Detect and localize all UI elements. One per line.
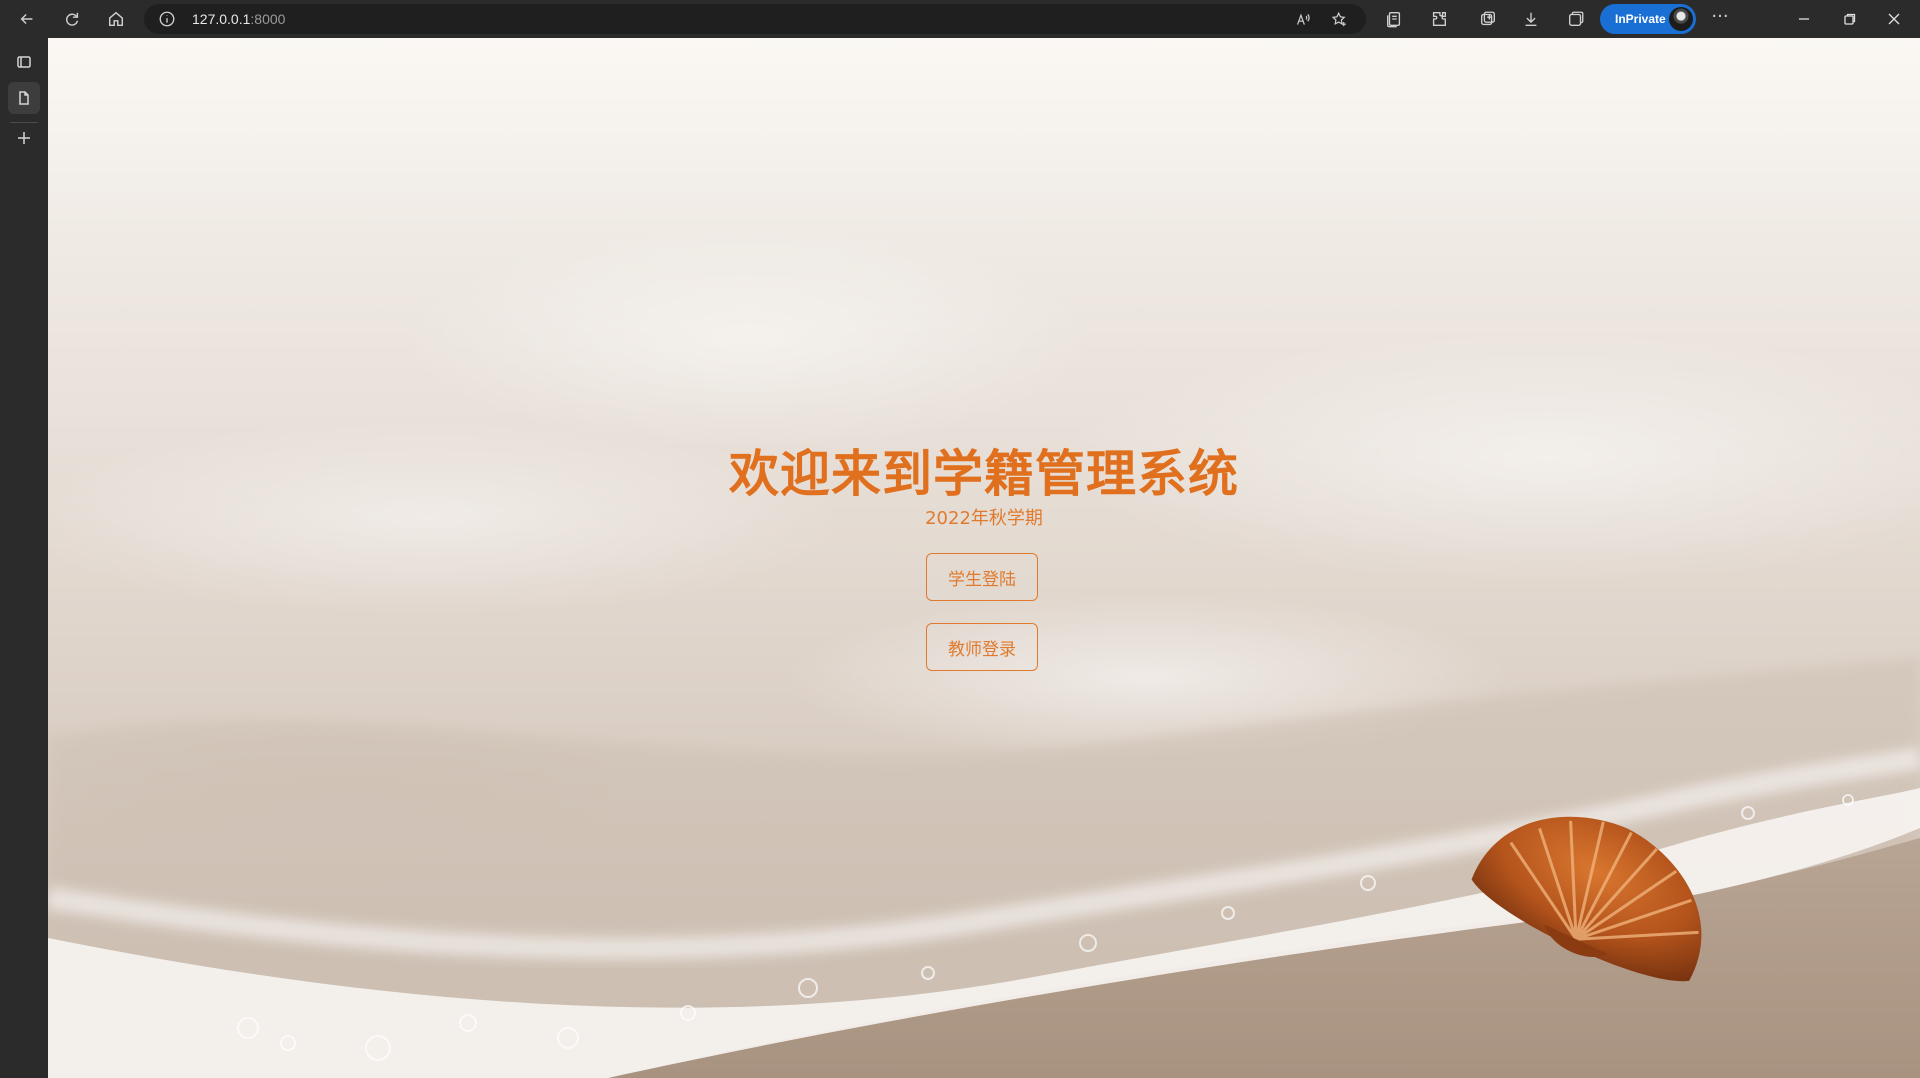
- page-icon: [19, 91, 29, 105]
- tab-actions-icon[interactable]: [1478, 9, 1498, 29]
- url-host: 127.0.0.1: [192, 11, 251, 27]
- download-icon[interactable]: [1521, 9, 1541, 29]
- collections-icon[interactable]: [1384, 9, 1404, 29]
- page-title: 欢迎来到学籍管理系统: [729, 445, 1239, 503]
- address-bar[interactable]: 127.0.0.1:8000: [144, 4, 1366, 34]
- read-aloud-icon[interactable]: [1294, 10, 1312, 28]
- info-icon[interactable]: [158, 10, 176, 28]
- tab-panel-button[interactable]: [8, 46, 40, 78]
- home-button[interactable]: [101, 4, 131, 34]
- favorite-icon[interactable]: [1330, 10, 1348, 28]
- back-icon: [20, 13, 33, 25]
- student-login-button[interactable]: 学生登陆: [926, 553, 1038, 601]
- extensions-icon[interactable]: [1429, 9, 1449, 29]
- home-icon: [108, 11, 124, 27]
- close-icon: [1888, 13, 1900, 25]
- split-screen-icon[interactable]: [1566, 9, 1586, 29]
- page-viewport: 欢迎来到学籍管理系统 2022年秋学期 学生登陆 教师登录: [48, 38, 1920, 1078]
- more-icon[interactable]: ···: [1708, 8, 1732, 30]
- browser-toolbar: 127.0.0.1:8000 InPrivate ···: [0, 0, 1920, 38]
- url-port: :8000: [250, 11, 286, 27]
- semester-subtitle: 2022年秋学期: [925, 508, 1043, 529]
- url-text[interactable]: 127.0.0.1:8000: [192, 11, 285, 27]
- refresh-button[interactable]: [57, 4, 87, 34]
- vertical-tab-sidebar: [0, 38, 48, 1078]
- active-tab[interactable]: [8, 82, 40, 114]
- refresh-icon: [66, 12, 79, 26]
- restore-icon: [1844, 13, 1856, 25]
- new-tab-button[interactable]: [8, 122, 40, 154]
- minimize-icon: [1799, 18, 1809, 20]
- minimize-button[interactable]: [1784, 4, 1824, 34]
- restore-button[interactable]: [1830, 4, 1870, 34]
- inprivate-label: InPrivate: [1615, 12, 1666, 26]
- close-button[interactable]: [1874, 4, 1914, 34]
- tab-panel-icon: [17, 56, 31, 68]
- back-button[interactable]: [12, 4, 42, 34]
- teacher-login-button[interactable]: 教师登录: [926, 623, 1038, 671]
- inprivate-button[interactable]: InPrivate: [1600, 4, 1696, 34]
- plus-icon: [18, 132, 30, 144]
- avatar: [1669, 7, 1693, 31]
- welcome-hero: 欢迎来到学籍管理系统 2022年秋学期 学生登陆 教师登录: [48, 38, 1920, 1078]
